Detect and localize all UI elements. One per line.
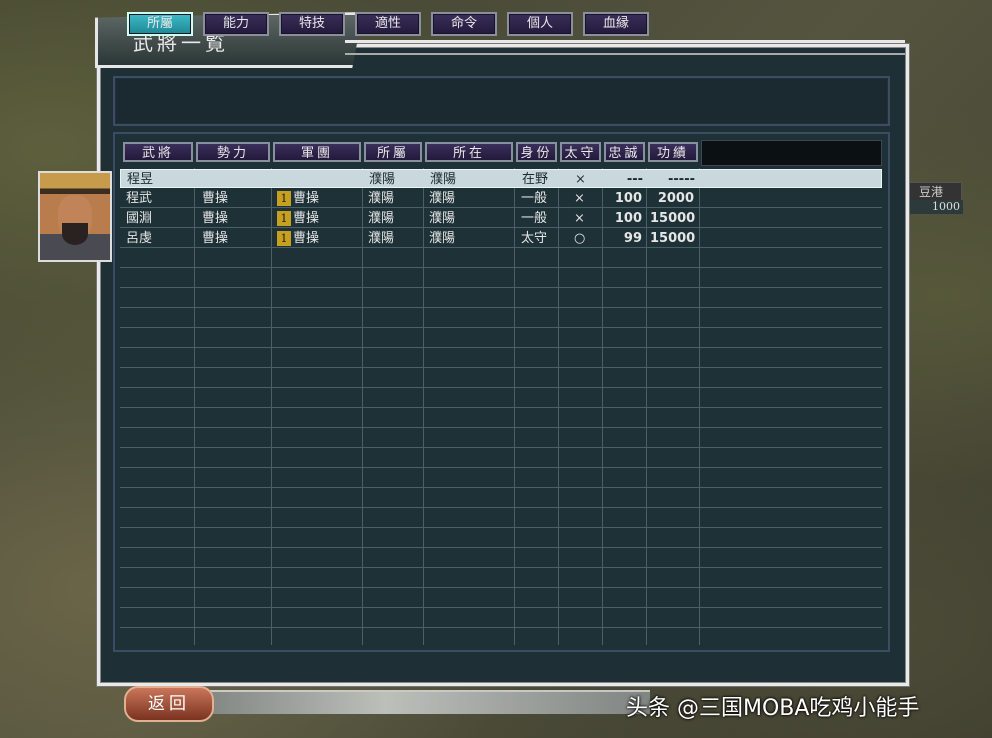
table-row[interactable]: 程昱 濮陽 濮陽 在野 × --- ----- bbox=[120, 169, 882, 188]
watermark: 头条 @三国MOBA吃鸡小能手 bbox=[626, 696, 920, 721]
cell-loyalty: --- bbox=[626, 172, 643, 187]
tab-command[interactable]: 命令 bbox=[431, 12, 497, 36]
cell-faction: 曹操 bbox=[202, 191, 229, 206]
title-decoration bbox=[345, 40, 905, 55]
column-header-governor[interactable]: 太守 bbox=[560, 142, 601, 162]
cell-status: 在野 bbox=[522, 172, 549, 187]
cell-officer: 國淵 bbox=[126, 211, 153, 226]
table-row[interactable]: 呂虔 曹操 1 曹操 濮陽 濮陽 太守 ○ 99 15000 bbox=[120, 229, 882, 249]
corps-name: 曹操 bbox=[293, 231, 320, 246]
cell-location: 濮陽 bbox=[429, 191, 456, 206]
cell-affiliation: 濮陽 bbox=[368, 191, 395, 206]
cell-status: 太守 bbox=[521, 231, 548, 246]
corps-number-badge: 1 bbox=[277, 211, 291, 226]
cell-affiliation: 濮陽 bbox=[369, 172, 396, 187]
cell-officer: 程武 bbox=[126, 191, 153, 206]
tab-kinship[interactable]: 血縁 bbox=[583, 12, 649, 36]
cell-faction: 曹操 bbox=[202, 211, 229, 226]
column-header-status[interactable]: 身份 bbox=[516, 142, 557, 162]
column-header-location[interactable]: 所在 bbox=[425, 142, 513, 162]
map-city-label: 豆港 bbox=[900, 182, 962, 202]
cell-corps: 1 曹操 bbox=[277, 209, 319, 229]
portrait-beard bbox=[62, 223, 88, 245]
cell-governor: × bbox=[574, 191, 585, 206]
cell-loyalty: 99 bbox=[623, 231, 642, 246]
cell-location: 濮陽 bbox=[429, 231, 456, 246]
cell-merit: ----- bbox=[668, 172, 695, 187]
column-header-loyalty[interactable]: 忠誠 bbox=[604, 142, 645, 162]
column-header-officer[interactable]: 武將 bbox=[123, 142, 193, 162]
tab-bar bbox=[113, 76, 890, 126]
cell-loyalty: 100 bbox=[614, 191, 642, 206]
column-header-faction[interactable]: 勢力 bbox=[196, 142, 270, 162]
cell-officer: 呂虔 bbox=[126, 231, 153, 246]
cell-corps: 1 曹操 bbox=[277, 229, 319, 249]
tab-personal[interactable]: 個人 bbox=[507, 12, 573, 36]
cell-loyalty: 100 bbox=[614, 211, 642, 226]
cell-status: 一般 bbox=[521, 211, 548, 226]
cell-governor: ○ bbox=[574, 231, 586, 246]
tab-ability[interactable]: 能力 bbox=[203, 12, 269, 36]
cell-location: 濮陽 bbox=[429, 211, 456, 226]
corps-name: 曹操 bbox=[293, 191, 320, 206]
back-button[interactable]: 返回 bbox=[124, 686, 214, 722]
cell-governor: × bbox=[574, 211, 585, 226]
column-header-affiliation[interactable]: 所屬 bbox=[364, 142, 422, 162]
table-row[interactable]: 國淵 曹操 1 曹操 濮陽 濮陽 一般 × 100 15000 bbox=[120, 209, 882, 229]
cell-merit: 2000 bbox=[657, 191, 694, 206]
column-header-merit[interactable]: 功績 bbox=[648, 142, 698, 162]
cell-merit: 15000 bbox=[650, 211, 696, 226]
cell-corps: 1 曹操 bbox=[277, 189, 319, 209]
cell-affiliation: 濮陽 bbox=[368, 211, 395, 226]
officer-portrait bbox=[38, 171, 112, 262]
cell-status: 一般 bbox=[521, 191, 548, 206]
column-header-blank bbox=[701, 140, 882, 166]
corps-number-badge: 1 bbox=[277, 231, 291, 246]
corps-name: 曹操 bbox=[293, 211, 320, 226]
column-header-corps[interactable]: 軍團 bbox=[273, 142, 361, 162]
tab-aptitude[interactable]: 適性 bbox=[355, 12, 421, 36]
cell-governor: × bbox=[575, 172, 586, 187]
table-row[interactable]: 程武 曹操 1 曹操 濮陽 濮陽 一般 × 100 2000 bbox=[120, 189, 882, 209]
map-city-value: 1000 bbox=[905, 200, 963, 214]
corps-number-badge: 1 bbox=[277, 191, 291, 206]
cell-faction: 曹操 bbox=[202, 231, 229, 246]
cell-merit: 15000 bbox=[650, 231, 696, 246]
tab-affiliation[interactable]: 所屬 bbox=[127, 12, 193, 36]
cell-officer: 程昱 bbox=[127, 172, 154, 187]
cell-location: 濮陽 bbox=[430, 172, 457, 187]
cell-affiliation: 濮陽 bbox=[368, 231, 395, 246]
tab-skill[interactable]: 特技 bbox=[279, 12, 345, 36]
cloud-decoration bbox=[210, 690, 650, 714]
